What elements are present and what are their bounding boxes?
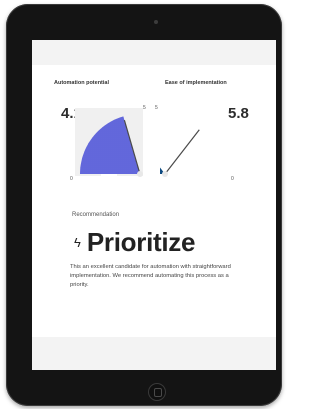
- ease-of-implementation-gauge: [160, 129, 200, 177]
- ease-gauge-hub: [162, 171, 168, 177]
- ease-max-tick: 5: [155, 105, 158, 111]
- screen: [32, 40, 276, 370]
- recommendation-heading: ϟ Prioritize: [74, 222, 195, 262]
- automation-potential-title: Automation potential: [54, 80, 109, 86]
- automation-potential-gauge: [75, 108, 143, 177]
- automation-min-tick: 0: [70, 176, 73, 182]
- automation-gauge-hub: [137, 171, 143, 177]
- ease-of-implementation-title: Ease of implementation: [165, 80, 227, 86]
- recommendation-label: Recommendation: [72, 212, 120, 218]
- camera-icon: [154, 20, 158, 24]
- ease-gauge-needle: [164, 129, 200, 175]
- home-button[interactable]: [148, 383, 166, 401]
- recommendation-title: Prioritize: [86, 226, 196, 257]
- ease-min-tick: 0: [231, 176, 234, 182]
- recommendation-description: This an excellent candidate for automati…: [70, 264, 231, 288]
- ease-of-implementation-value: 5.8: [228, 105, 249, 122]
- lightning-bolt-icon: ϟ: [74, 234, 81, 250]
- ease-gauge-fill: [160, 167, 165, 174]
- home-icon: [154, 388, 162, 397]
